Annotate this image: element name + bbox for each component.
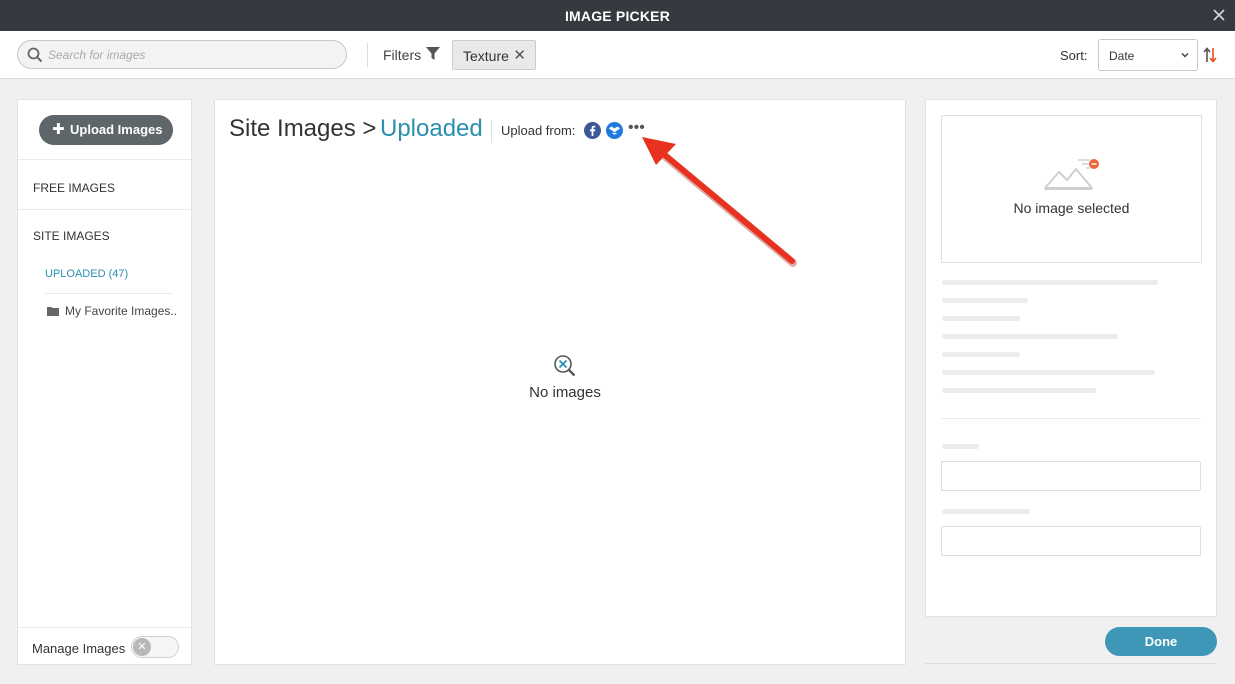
- search-icon: [27, 47, 43, 63]
- details-divider: [941, 418, 1201, 419]
- placeholder-line: [942, 388, 1096, 393]
- sidebar-item-uploaded[interactable]: UPLOADED (47): [45, 268, 128, 280]
- no-images-text: No images: [529, 384, 601, 401]
- upload-from-label: Upload from:: [501, 123, 576, 138]
- upload-images-label: Upload Images: [70, 122, 163, 137]
- sort-direction-icon[interactable]: [1203, 47, 1217, 68]
- search-box[interactable]: [17, 40, 347, 69]
- plus-icon: ✚: [52, 121, 65, 138]
- image-preview: No image selected: [941, 115, 1202, 263]
- done-button[interactable]: Done: [1105, 627, 1217, 656]
- title-bar: IMAGE PICKER: [0, 0, 1235, 31]
- main-panel: Site Images > Uploaded Upload from: ••• …: [214, 99, 906, 665]
- toggle-off-icon: ✕: [133, 638, 151, 656]
- sort-label: Sort:: [1060, 48, 1088, 63]
- filter-chip-texture: Texture ✕: [452, 40, 536, 70]
- close-icon[interactable]: [1211, 7, 1227, 23]
- window-title: IMAGE PICKER: [564, 8, 671, 24]
- dropbox-icon[interactable]: [606, 122, 623, 144]
- manage-images-label: Manage Images: [32, 641, 126, 656]
- filters-label: Filters: [383, 47, 422, 63]
- sidebar-divider: [45, 293, 173, 294]
- breadcrumb-current[interactable]: Uploaded: [380, 115, 483, 143]
- toolbar-divider: [367, 43, 368, 67]
- remove-filter-icon[interactable]: ✕: [513, 46, 526, 64]
- annotation-arrow: [642, 137, 797, 267]
- no-images-icon: [553, 354, 577, 383]
- manage-images-toggle[interactable]: ✕: [131, 636, 179, 658]
- filter-chip-label: Texture: [463, 48, 509, 64]
- placeholder-line: [942, 316, 1020, 321]
- placeholder-line: [942, 370, 1155, 375]
- sidebar-divider: [18, 209, 191, 210]
- sidebar-item-free-images[interactable]: FREE IMAGES: [33, 181, 115, 195]
- sort-select[interactable]: Date: [1098, 39, 1198, 71]
- folder-label: My Favorite Images..: [65, 304, 178, 318]
- toolbar: Filters Texture ✕ Sort: Date: [0, 31, 1235, 79]
- facebook-icon[interactable]: [584, 122, 601, 144]
- sidebar-divider: [18, 159, 191, 160]
- sidebar-item-site-images[interactable]: SITE IMAGES: [33, 229, 110, 243]
- details-field-1[interactable]: [941, 461, 1201, 491]
- placeholder-line: [942, 280, 1158, 285]
- breadcrumb-root[interactable]: Site Images >: [229, 115, 376, 143]
- placeholder-line: [942, 334, 1118, 339]
- footer-divider: [925, 663, 1217, 664]
- placeholder-line: [942, 298, 1028, 303]
- chevron-down-icon: [1181, 52, 1189, 58]
- placeholder-label: [942, 509, 1030, 514]
- placeholder-line: [942, 352, 1020, 357]
- manage-images-row: Manage Images ✕: [18, 627, 191, 665]
- search-input[interactable]: [48, 45, 338, 65]
- placeholder-label: [942, 444, 979, 449]
- filter-icon: [426, 47, 440, 60]
- breadcrumb-divider: [491, 120, 492, 143]
- upload-images-button[interactable]: ✚ Upload Images: [39, 115, 173, 145]
- sort-value: Date: [1109, 49, 1135, 63]
- filters-button[interactable]: Filters: [383, 47, 440, 63]
- sidebar: ✚ Upload Images FREE IMAGES SITE IMAGES …: [17, 99, 192, 665]
- details-field-2[interactable]: [941, 526, 1201, 556]
- details-panel: No image selected: [925, 99, 1217, 617]
- image-placeholder-icon: [1044, 159, 1099, 190]
- folder-icon: [47, 307, 59, 316]
- no-image-selected-text: No image selected: [1013, 200, 1130, 216]
